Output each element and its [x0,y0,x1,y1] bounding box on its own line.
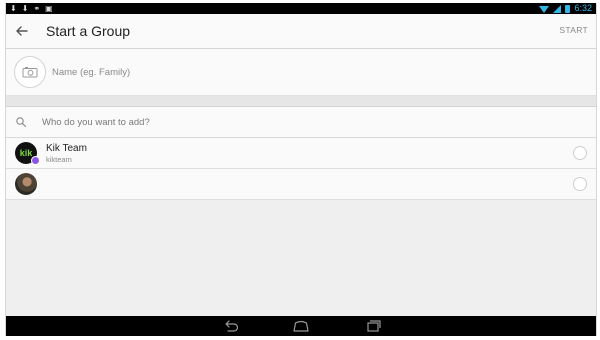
list-item[interactable] [6,169,596,200]
home-nav-icon [293,320,309,332]
contact-username: kikteam [46,155,72,164]
app-bar: Start a Group START [6,14,596,49]
download-icon: ⬇ [10,4,17,13]
select-radio[interactable] [573,146,587,160]
wifi-icon [539,6,550,13]
contact-name: Kik Team [46,143,87,154]
back-button[interactable] [12,21,32,41]
arrow-left-icon [16,26,28,36]
avatar-text: kik [19,148,33,158]
navigation-bar [6,316,596,336]
recent-apps-icon [367,320,381,332]
list-item[interactable]: kik Kik Team kikteam [6,138,596,169]
signal-icon [553,4,562,13]
nav-back-button[interactable] [222,319,240,333]
group-name-input[interactable] [52,63,352,81]
nav-recent-button[interactable] [364,319,382,333]
verified-badge-icon [31,156,40,165]
nav-home-button[interactable] [292,319,310,333]
status-time: 6:32 [574,3,592,13]
system-icons: 6:32 [539,3,592,14]
group-name-row [6,49,596,96]
contact-list: kik Kik Team kikteam [6,138,596,200]
notification-icons: ⬇ ⬇ ⚭ ▣ [10,3,53,14]
page-title: Start a Group [46,23,131,39]
app-window: ⬇ ⬇ ⚭ ▣ 6:32 Start a Group START Name (e… [5,3,597,336]
select-radio[interactable] [573,177,587,191]
voicemail-icon: ⚭ [33,4,41,13]
section-divider [6,96,596,107]
group-photo-button[interactable] [14,56,46,88]
battery-icon [565,4,571,13]
status-bar: ⬇ ⬇ ⚭ ▣ 6:32 [6,3,596,14]
search-row [6,107,596,138]
avatar [15,173,37,195]
start-button[interactable]: START [559,25,588,35]
camera-icon [22,67,38,78]
image-icon: ▣ [45,4,53,13]
back-nav-icon [225,320,239,332]
search-icon [16,117,27,128]
search-input[interactable] [42,113,442,131]
download-icon: ⬇ [21,4,29,13]
